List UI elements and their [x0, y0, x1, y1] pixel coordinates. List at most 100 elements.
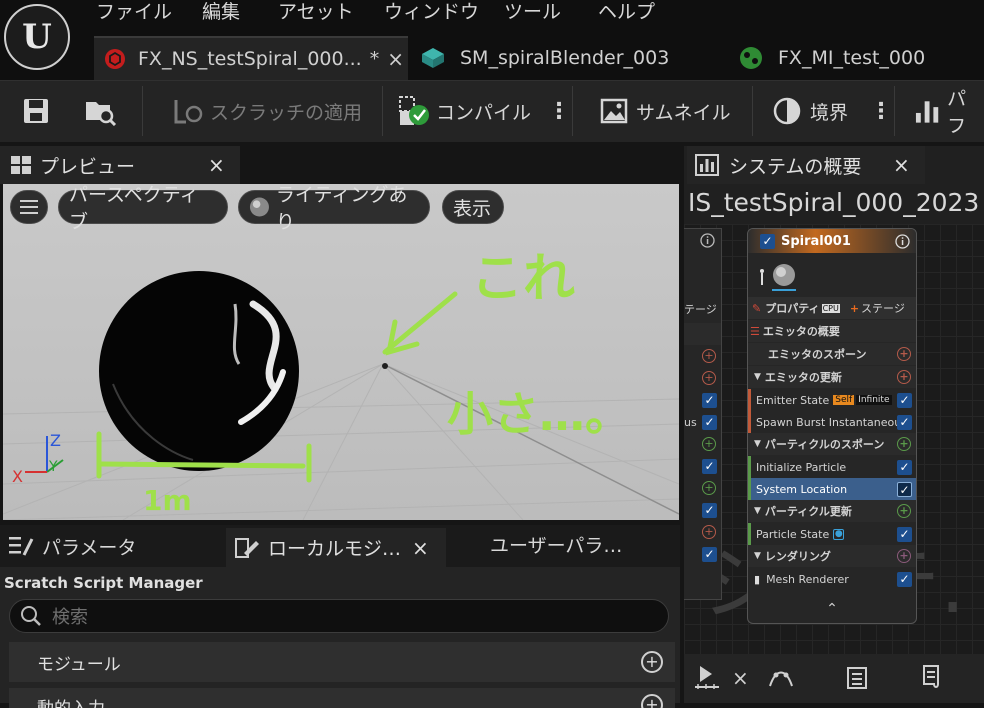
particle-spawn-label: パーティクルのスポーン: [764, 438, 885, 451]
checkbox[interactable]: ✓: [897, 415, 912, 430]
infinite-badge: Infinite: [856, 395, 892, 405]
emitter-summary-row[interactable]: ☰ エミッタの概要: [748, 320, 916, 342]
bounds-button[interactable]: 境界: [772, 80, 848, 142]
menu-help[interactable]: ヘルプ: [598, 0, 655, 24]
save-icon[interactable]: [22, 97, 50, 125]
search-placeholder: 検索: [52, 607, 88, 628]
module-initialize-particle[interactable]: Initialize Particle ✓: [748, 456, 916, 478]
apply-scratch-icon: [174, 100, 203, 124]
performance-button[interactable]: パフ: [914, 80, 984, 142]
add-module-icon[interactable]: +: [641, 651, 663, 673]
add-icon[interactable]: +: [702, 481, 716, 495]
emitter-spawn-row[interactable]: エミッタのスポーン +: [748, 343, 916, 365]
add-icon[interactable]: +: [702, 371, 716, 385]
checkbox[interactable]: ✓: [702, 503, 717, 518]
rendering-label: レンダリング: [764, 550, 831, 563]
tab-user-parameters[interactable]: ユーザーパラ…: [490, 532, 622, 560]
emitter-name: Spiral001: [781, 233, 851, 249]
tab-material-instance[interactable]: FX_MI_test_000: [738, 36, 925, 80]
collapse-icon: ▼: [754, 506, 761, 516]
particle-spawn-row[interactable]: ▼ パーティクルのスポーン +: [748, 433, 916, 455]
checkbox[interactable]: ✓: [897, 460, 912, 475]
collapse-node-chevron-icon[interactable]: ⌃: [748, 595, 916, 623]
checkbox[interactable]: ✓: [897, 572, 912, 587]
section-modules[interactable]: モジュール +: [9, 642, 675, 682]
compile-button[interactable]: コンパイル: [398, 80, 531, 142]
tab-label: SM_spiralBlender_003: [460, 47, 670, 69]
module-particle-state[interactable]: Particle State ● ✓: [748, 523, 916, 545]
tab-parameters[interactable]: パラメータ: [8, 532, 136, 560]
module-mesh-renderer[interactable]: ▮ Mesh Renderer ✓: [748, 568, 916, 590]
add-icon[interactable]: +: [897, 549, 911, 563]
tab-local-modules[interactable]: ローカルモジ… ×: [226, 528, 446, 567]
viewport-menu-button[interactable]: [10, 190, 48, 224]
add-icon[interactable]: +: [897, 437, 911, 451]
emitter-properties-row[interactable]: ✎ プロパティ CPU + ステージ: [748, 297, 916, 319]
checkbox[interactable]: ✓: [897, 527, 912, 542]
add-stage-icon[interactable]: +: [850, 302, 859, 315]
emitter-enable-checkbox[interactable]: ✓: [760, 233, 775, 249]
log-scroll-icon[interactable]: [920, 664, 944, 690]
script-stats-icon[interactable]: [846, 664, 868, 690]
thumbnail-button[interactable]: サムネイル: [600, 80, 731, 142]
info-icon[interactable]: [895, 233, 910, 249]
particle-update-row[interactable]: ▼ パーティクル更新 +: [748, 500, 916, 522]
bounds-options-kebab[interactable]: ⋮: [870, 80, 892, 142]
emitter-update-row[interactable]: ▼ エミッタの更新 +: [748, 366, 916, 388]
axis-y-label: Y: [48, 459, 58, 475]
add-icon[interactable]: +: [897, 347, 911, 361]
add-dynamic-input-icon[interactable]: +: [641, 694, 663, 708]
close-icon[interactable]: ×: [732, 666, 749, 690]
checkbox[interactable]: ✓: [897, 393, 912, 408]
panel-title: Scratch Script Manager: [4, 574, 203, 592]
menu-edit[interactable]: 編集: [202, 0, 240, 24]
system-overview-tab[interactable]: システムの概要 ×: [687, 146, 925, 184]
preview-tab[interactable]: プレビュー ×: [0, 146, 240, 184]
section-dynamic-inputs[interactable]: 動的入力 +: [9, 688, 675, 708]
add-icon[interactable]: +: [702, 349, 716, 363]
unreal-logo[interactable]: U: [4, 4, 70, 70]
emitter-header[interactable]: ✓ Spiral001: [748, 229, 916, 253]
add-icon[interactable]: +: [702, 525, 716, 539]
info-icon[interactable]: [700, 233, 715, 248]
emitter-node-spiral001[interactable]: ✓ Spiral001 ✎ プロパティ CPU + ステージ ☰ エミッタの概要…: [747, 228, 917, 624]
menu-window[interactable]: ウィンドウ: [384, 0, 479, 24]
show-button[interactable]: 表示: [442, 190, 504, 224]
checkbox[interactable]: ✓: [702, 415, 717, 430]
close-icon[interactable]: ×: [412, 536, 429, 560]
add-icon[interactable]: +: [897, 370, 911, 384]
apply-scratch-button[interactable]: スクラッチの適用: [172, 80, 362, 142]
lighting-button[interactable]: ライティングあり: [238, 184, 430, 233]
menu-tools[interactable]: ツール: [504, 0, 561, 24]
module-spawn-burst[interactable]: Spawn Burst Instantaneous ✓: [748, 411, 916, 433]
checkbox[interactable]: ✓: [702, 547, 717, 562]
preview-viewport[interactable]: Z Y X これ 小さ…。 1m: [3, 184, 679, 520]
annotation-chiisa: 小さ…。: [447, 387, 631, 441]
module-system-location[interactable]: System Location ✓: [748, 478, 916, 500]
checkbox[interactable]: ✓: [897, 482, 912, 497]
close-icon[interactable]: ×: [387, 47, 404, 71]
left-us-label: us: [684, 416, 697, 429]
emitter-spawn-label: エミッタのスポーン: [768, 348, 867, 361]
checkbox[interactable]: ✓: [702, 459, 717, 474]
tab-static-mesh[interactable]: SM_spiralBlender_003: [420, 36, 669, 80]
tab-parameters-label: パラメータ: [42, 536, 137, 559]
tab-niagara-system[interactable]: FX_NS_testSpiral_000... * ×: [94, 36, 408, 80]
timeline-icon[interactable]: [694, 664, 720, 690]
add-icon[interactable]: +: [702, 437, 716, 451]
close-icon[interactable]: ×: [208, 153, 225, 177]
clipped-system-node[interactable]: テージ + + ✓ us ✓ + ✓ + ✓ + ✓: [684, 228, 722, 600]
curve-editor-icon[interactable]: [768, 666, 794, 690]
compile-options-kebab[interactable]: ⋮: [548, 80, 570, 142]
search-input[interactable]: 検索: [9, 599, 669, 633]
close-icon[interactable]: ×: [893, 153, 910, 177]
properties-label: プロパティ: [765, 302, 820, 315]
add-icon[interactable]: +: [897, 504, 911, 518]
rendering-row[interactable]: ▼ レンダリング +: [748, 545, 916, 567]
menu-asset[interactable]: アセット: [278, 0, 354, 24]
checkbox[interactable]: ✓: [702, 393, 717, 408]
menu-file[interactable]: ファイル: [96, 0, 172, 24]
browse-asset-icon[interactable]: [84, 96, 118, 126]
module-emitter-state[interactable]: Emitter State Self Infinite ✓: [748, 389, 916, 411]
perspective-button[interactable]: パースペクティブ: [58, 184, 228, 233]
